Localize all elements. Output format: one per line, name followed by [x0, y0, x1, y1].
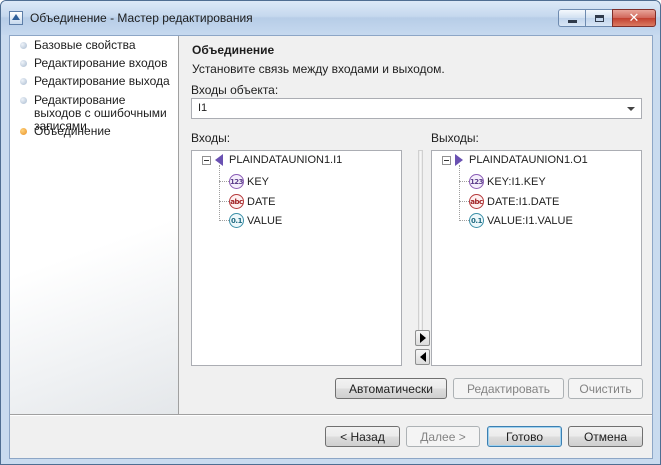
outputs-label: Выходы: — [431, 131, 479, 145]
tree-guide — [459, 165, 460, 221]
footer-divider — [10, 414, 652, 416]
chevron-down-icon — [627, 107, 635, 111]
tree-item-label: DATE — [247, 195, 276, 208]
tree-guide — [459, 201, 469, 202]
clear-mapping-button[interactable]: Очистить — [568, 378, 643, 399]
page-title: Объединение — [192, 43, 275, 57]
tree-guide — [459, 181, 469, 182]
tree-item-label: VALUE — [247, 214, 283, 227]
tree-splitter[interactable] — [415, 150, 430, 366]
tree-item-label: KEY:I1.KEY — [487, 175, 546, 188]
tree-guide — [219, 220, 229, 221]
app-icon — [9, 11, 23, 25]
step-label: Базовые свойства — [34, 38, 136, 52]
collapse-icon[interactable] — [442, 155, 451, 165]
step-union[interactable]: Объединение — [20, 125, 174, 138]
tree-item[interactable]: 0.1 VALUE:I1.VALUE — [469, 213, 573, 228]
outputs-tree[interactable]: PLAINDATAUNION1.O1 123 KEY:I1.KEY abc DA… — [431, 150, 642, 366]
float-field-icon: 0.1 — [469, 213, 484, 228]
collapse-icon[interactable] — [202, 155, 211, 165]
tree-root-label: PLAINDATAUNION1.I1 — [229, 154, 343, 166]
map-left-button[interactable] — [415, 349, 430, 365]
tree-item[interactable]: 123 KEY:I1.KEY — [469, 174, 546, 189]
edit-mapping-button[interactable]: Редактировать — [453, 378, 564, 399]
back-button[interactable]: < Назад — [325, 426, 400, 447]
minimize-button[interactable] — [558, 9, 585, 27]
object-inputs-value: I1 — [198, 102, 208, 114]
tree-guide — [219, 201, 229, 202]
maximize-icon — [594, 14, 604, 22]
tree-root-node[interactable]: PLAINDATAUNION1.I1 — [202, 154, 342, 166]
input-port-icon — [215, 154, 223, 166]
tree-root-node[interactable]: PLAINDATAUNION1.O1 — [442, 154, 588, 166]
wizard-client-area: Базовые свойства Редактирование входов Р… — [9, 35, 653, 459]
step-label: Редактирование входов — [34, 56, 168, 70]
step-bullet-icon — [20, 60, 27, 67]
object-inputs-select[interactable]: I1 — [191, 98, 642, 119]
arrow-left-icon — [419, 352, 426, 362]
float-field-icon: 0.1 — [229, 213, 244, 228]
inputs-label: Входы: — [191, 131, 231, 145]
step-edit-inputs[interactable]: Редактирование входов — [20, 57, 174, 70]
auto-map-button[interactable]: Автоматически — [335, 378, 447, 399]
string-field-icon: abc — [229, 194, 244, 209]
tree-item-label: DATE:I1.DATE — [487, 195, 560, 208]
close-button[interactable]: ✕ — [612, 9, 656, 27]
cancel-button[interactable]: Отмена — [568, 426, 643, 447]
minimize-icon — [567, 19, 577, 23]
title-bar[interactable]: Объединение - Мастер редактирования ✕ — [1, 1, 660, 35]
arrow-right-icon — [419, 333, 426, 343]
output-port-icon — [455, 154, 463, 166]
step-bullet-icon — [20, 97, 27, 104]
inputs-tree[interactable]: PLAINDATAUNION1.I1 123 KEY abc DATE 0.1 … — [191, 150, 402, 366]
step-bullet-icon — [20, 78, 27, 85]
integer-field-icon: 123 — [469, 174, 484, 189]
next-button[interactable]: Далее > — [406, 426, 480, 447]
window-controls: ✕ — [558, 9, 656, 28]
wizard-window: Объединение - Мастер редактирования ✕ Ба… — [0, 0, 661, 465]
tree-guide — [459, 220, 469, 221]
map-right-button[interactable] — [415, 330, 430, 346]
tree-item[interactable]: 0.1 VALUE — [229, 213, 282, 228]
splitter-track[interactable] — [418, 150, 423, 336]
finish-button[interactable]: Готово — [487, 426, 562, 447]
close-icon: ✕ — [628, 10, 640, 26]
step-bullet-active-icon — [20, 128, 27, 135]
step-label: Редактирование выхода — [34, 74, 170, 88]
page-subtitle: Установите связь между входами и выходом… — [192, 62, 445, 76]
tree-item-label: KEY — [247, 175, 270, 188]
maximize-button[interactable] — [585, 9, 612, 27]
steps-pane: Базовые свойства Редактирование входов Р… — [10, 36, 179, 414]
step-label: Объединение — [34, 124, 111, 138]
tree-guide — [219, 181, 229, 182]
object-inputs-label: Входы объекта: — [191, 83, 279, 97]
step-bullet-icon — [20, 42, 27, 49]
tree-item[interactable]: abc DATE — [229, 194, 276, 209]
window-title: Объединение - Мастер редактирования — [30, 11, 253, 25]
tree-item[interactable]: 123 KEY — [229, 174, 269, 189]
step-basic-properties[interactable]: Базовые свойства — [20, 39, 174, 52]
tree-item-label: VALUE:I1.VALUE — [487, 214, 573, 227]
tree-root-label: PLAINDATAUNION1.O1 — [469, 154, 588, 166]
tree-item[interactable]: abc DATE:I1.DATE — [469, 194, 559, 209]
string-field-icon: abc — [469, 194, 484, 209]
integer-field-icon: 123 — [229, 174, 244, 189]
step-edit-output[interactable]: Редактирование выхода — [20, 75, 174, 88]
tree-guide — [219, 165, 220, 221]
